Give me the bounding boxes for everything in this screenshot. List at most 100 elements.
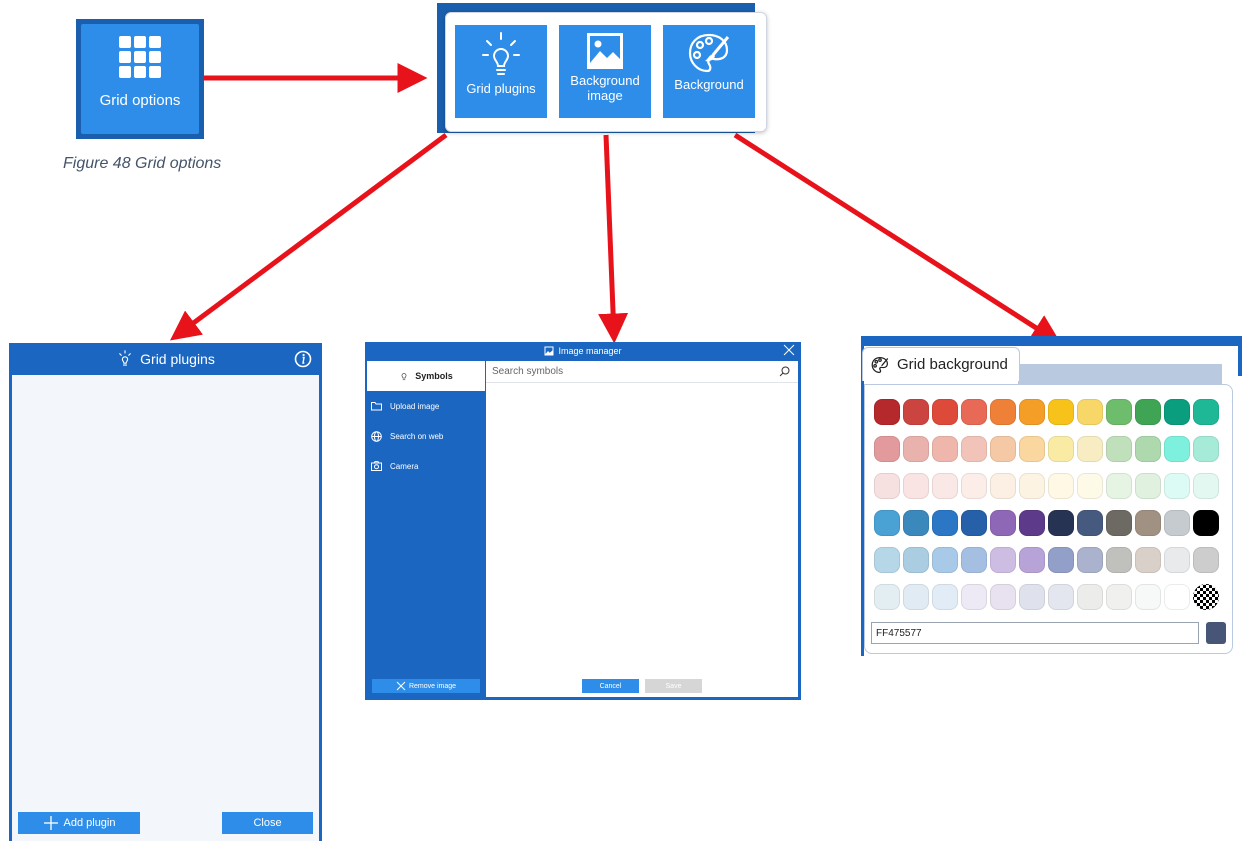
info-icon[interactable]: [294, 350, 312, 368]
camera-icon: [371, 461, 382, 471]
color-swatch[interactable]: [961, 473, 987, 499]
color-swatch[interactable]: [932, 473, 958, 499]
color-swatch[interactable]: [903, 510, 929, 536]
color-swatch[interactable]: [1164, 547, 1190, 573]
color-swatch[interactable]: [1135, 584, 1161, 610]
save-button[interactable]: Save: [645, 679, 702, 693]
color-swatch[interactable]: [1048, 510, 1074, 536]
color-swatch[interactable]: [1164, 584, 1190, 610]
color-swatch[interactable]: [1193, 510, 1219, 536]
color-swatch[interactable]: [1048, 584, 1074, 610]
color-swatch[interactable]: [990, 436, 1016, 462]
camera-item[interactable]: Camera: [371, 461, 418, 471]
color-swatch[interactable]: [1193, 436, 1219, 462]
color-swatch[interactable]: [1077, 584, 1103, 610]
color-swatch[interactable]: [874, 436, 900, 462]
folder-icon: [371, 402, 382, 411]
color-swatch[interactable]: [1106, 584, 1132, 610]
color-swatch[interactable]: [961, 510, 987, 536]
color-swatch[interactable]: [990, 584, 1016, 610]
background-color-button[interactable]: Background: [663, 25, 755, 118]
color-swatch[interactable]: [1077, 399, 1103, 425]
color-swatch[interactable]: [961, 399, 987, 425]
color-swatch[interactable]: [961, 547, 987, 573]
color-swatch[interactable]: [932, 584, 958, 610]
color-swatch[interactable]: [1048, 473, 1074, 499]
color-swatch[interactable]: [990, 473, 1016, 499]
color-swatch[interactable]: [1077, 473, 1103, 499]
color-swatch[interactable]: [1193, 399, 1219, 425]
color-swatch[interactable]: [1106, 510, 1132, 536]
color-swatch[interactable]: [903, 399, 929, 425]
color-swatch[interactable]: [874, 510, 900, 536]
background-image-label: Background image: [570, 73, 640, 103]
color-swatch[interactable]: [1164, 473, 1190, 499]
color-swatch[interactable]: [1106, 436, 1132, 462]
grid-plugins-button[interactable]: Grid plugins: [455, 25, 547, 118]
color-swatch[interactable]: [903, 584, 929, 610]
search-on-web-item[interactable]: Search on web: [371, 431, 443, 442]
grid-options-button[interactable]: Grid options: [76, 19, 204, 139]
color-swatch[interactable]: [874, 547, 900, 573]
color-swatch[interactable]: [1135, 547, 1161, 573]
remove-image-label: Remove image: [408, 682, 457, 690]
arrow-to-image-manager: [598, 134, 629, 344]
color-swatch[interactable]: [932, 399, 958, 425]
color-swatch[interactable]: [1135, 399, 1161, 425]
selected-color-preview: [1206, 622, 1226, 644]
background-image-button[interactable]: Background image: [559, 25, 651, 118]
color-swatch[interactable]: [1019, 436, 1045, 462]
color-swatch[interactable]: [1019, 547, 1045, 573]
color-swatch[interactable]: [1164, 510, 1190, 536]
color-swatch[interactable]: [1077, 436, 1103, 462]
color-swatch[interactable]: [932, 547, 958, 573]
color-swatch[interactable]: [1193, 473, 1219, 499]
color-swatch[interactable]: [1106, 399, 1132, 425]
color-swatch[interactable]: [990, 547, 1016, 573]
color-swatch[interactable]: [961, 436, 987, 462]
color-swatch[interactable]: [903, 547, 929, 573]
search-icon[interactable]: [779, 366, 790, 377]
color-swatch[interactable]: [1019, 510, 1045, 536]
image-manager-titlebar: Image manager: [365, 342, 801, 360]
hex-color-input[interactable]: FF475577: [871, 622, 1199, 644]
color-swatch[interactable]: [1019, 584, 1045, 610]
color-swatch[interactable]: [1019, 473, 1045, 499]
color-swatch[interactable]: [903, 473, 929, 499]
search-symbols-input[interactable]: Search symbols: [486, 361, 798, 383]
remove-image-button[interactable]: Remove image: [372, 679, 480, 693]
arrow-to-grid-background: [733, 132, 1062, 345]
color-swatch[interactable]: [1135, 436, 1161, 462]
close-icon[interactable]: [783, 344, 795, 356]
color-swatch[interactable]: [961, 584, 987, 610]
tab-symbols[interactable]: Symbols: [367, 361, 485, 391]
color-swatch[interactable]: [1106, 473, 1132, 499]
color-swatch[interactable]: [1077, 547, 1103, 573]
color-swatch[interactable]: [932, 436, 958, 462]
color-swatch[interactable]: [1019, 399, 1045, 425]
transparent-swatch[interactable]: [1193, 584, 1219, 610]
color-swatch[interactable]: [1106, 547, 1132, 573]
color-swatch[interactable]: [1048, 436, 1074, 462]
color-swatch[interactable]: [1135, 473, 1161, 499]
color-swatch[interactable]: [990, 510, 1016, 536]
grid-plugins-title: Grid plugins: [140, 351, 215, 367]
color-swatch[interactable]: [874, 584, 900, 610]
upload-image-item[interactable]: Upload image: [371, 401, 439, 411]
color-swatch[interactable]: [874, 399, 900, 425]
grid-plugins-dialog: Grid plugins Add plugin Close: [9, 343, 322, 841]
color-swatch[interactable]: [990, 399, 1016, 425]
close-button[interactable]: Close: [222, 812, 313, 834]
color-swatch[interactable]: [903, 436, 929, 462]
color-swatch[interactable]: [1135, 510, 1161, 536]
color-swatch[interactable]: [1048, 399, 1074, 425]
color-swatch[interactable]: [874, 473, 900, 499]
color-swatch[interactable]: [1164, 436, 1190, 462]
color-swatch[interactable]: [1048, 547, 1074, 573]
cancel-button[interactable]: Cancel: [582, 679, 639, 693]
color-swatch[interactable]: [1193, 547, 1219, 573]
color-swatch[interactable]: [1164, 399, 1190, 425]
color-swatch[interactable]: [932, 510, 958, 536]
add-plugin-button[interactable]: Add plugin: [18, 812, 140, 834]
color-swatch[interactable]: [1077, 510, 1103, 536]
